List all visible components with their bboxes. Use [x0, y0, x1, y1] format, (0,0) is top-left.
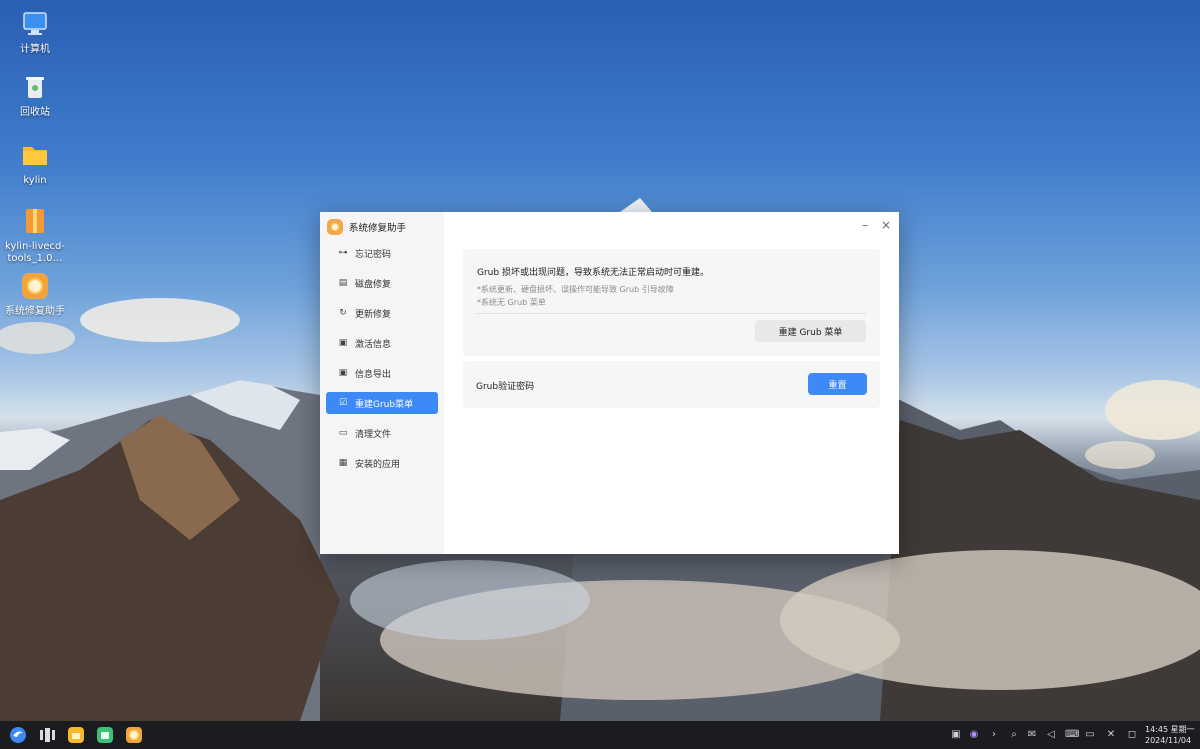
desktop-icon-label: 回收站 — [20, 107, 50, 118]
window-title-bar: 系统修复助手 — [327, 217, 406, 237]
input-method-icon[interactable]: ⌨ — [1065, 729, 1079, 740]
clock-time: 14:45 星期一 — [1145, 725, 1195, 734]
sidebar-item-label: 忘记密码 — [355, 249, 392, 260]
volume-icon[interactable]: ◁ — [1045, 729, 1057, 740]
screenshot-icon[interactable]: ◉ — [968, 729, 980, 740]
folder-outline-icon: ▭ — [338, 428, 348, 438]
message-icon[interactable]: ◻ — [1126, 729, 1138, 740]
sidebar-item-disk-repair[interactable]: ▤ 磁盘修复 — [326, 272, 438, 294]
desktop-icon-label: 系统修复助手 — [5, 306, 65, 317]
window-title: 系统修复助手 — [349, 223, 407, 234]
clipboard-icon[interactable]: ▣ — [950, 729, 962, 740]
sidebar-item-installed-apps[interactable]: ▦ 安装的应用 — [326, 452, 438, 474]
sidebar-item-label: 激活信息 — [355, 339, 392, 350]
sidebar-item-label: 清理文件 — [355, 429, 392, 440]
grub-password-label: Grub验证密码 — [476, 382, 535, 392]
close-button[interactable]: × — [879, 218, 893, 232]
desktop-icon-repair-app[interactable]: 系统修复助手 — [3, 272, 67, 318]
desktop-icon-computer[interactable]: 计算机 — [3, 10, 67, 56]
repair-app-icon — [21, 272, 49, 300]
taskbar: ▣ ◉ › ⌕ ✉ ◁ ⌨ ▭ ✕ ◻ 14:45 星期一 2024/11/04 — [0, 721, 1200, 749]
apps-grid-icon: ▦ — [338, 458, 348, 468]
notification-icon[interactable]: ✉ — [1026, 729, 1038, 740]
panel-divider — [477, 313, 866, 314]
key-icon: ⊶ — [338, 248, 348, 258]
disk-icon: ▤ — [338, 278, 348, 288]
desktop-icon-label: 计算机 — [20, 44, 50, 55]
reset-password-button[interactable]: 重置 — [808, 373, 867, 395]
minimize-button[interactable]: – — [858, 218, 872, 232]
rebuild-grub-note: *系统无 Grub 菜单 — [477, 298, 546, 307]
desktop-icon-label-line2: tools_1.0… — [7, 253, 63, 264]
battery-icon[interactable]: ▭ — [1084, 729, 1096, 740]
file-manager-icon[interactable] — [67, 726, 85, 744]
rebuild-grub-description: Grub 损坏或出现问题，导致系统无法正常启动时可重建。 — [477, 268, 709, 278]
sidebar-item-label: 安装的应用 — [355, 459, 401, 470]
clock-date: 2024/11/04 — [1145, 736, 1192, 745]
trash-icon — [21, 73, 49, 101]
chevron-right-icon[interactable]: › — [988, 729, 1000, 740]
sidebar-item-label: 更新修复 — [355, 309, 392, 320]
grub-icon: ☑ — [338, 398, 348, 408]
desktop-icon-kylin-folder[interactable]: kylin — [3, 141, 67, 187]
sidebar-item-label: 磁盘修复 — [355, 279, 392, 290]
rebuild-grub-note: *系统更新、硬盘损坏、误操作可能导致 Grub 引导故障 — [477, 285, 674, 294]
sidebar-item-label: 重建Grub菜单 — [355, 399, 414, 410]
desktop-icon-livecd-tools[interactable]: kylin-livecd- tools_1.0… — [3, 207, 67, 265]
export-icon: ▣ — [338, 368, 348, 378]
system-repair-window: 系统修复助手 ⊶ 忘记密码 ▤ 磁盘修复 ↻ 更新修复 ▣ 激活信息 ▣ 信息导… — [320, 212, 899, 554]
computer-icon — [21, 10, 49, 38]
sidebar-item-info-export[interactable]: ▣ 信息导出 — [326, 362, 438, 384]
sidebar: 系统修复助手 ⊶ 忘记密码 ▤ 磁盘修复 ↻ 更新修复 ▣ 激活信息 ▣ 信息导… — [320, 212, 444, 554]
refresh-icon: ↻ — [339, 308, 347, 318]
sidebar-item-label: 信息导出 — [355, 369, 392, 380]
desktop-icon-label: kylin — [23, 175, 47, 186]
desktop-icon-label: kylin-livecd- — [5, 241, 65, 252]
sidebar-item-rebuild-grub[interactable]: ☑ 重建Grub菜单 — [326, 392, 438, 414]
software-store-icon[interactable] — [96, 726, 114, 744]
activation-icon: ▣ — [338, 338, 348, 348]
package-icon — [21, 207, 49, 235]
grub-password-panel: Grub验证密码 重置 — [463, 361, 880, 408]
start-menu-icon[interactable] — [9, 726, 27, 744]
search-icon[interactable]: ⌕ — [1008, 729, 1020, 740]
folder-icon — [21, 141, 49, 169]
sidebar-item-update-repair[interactable]: ↻ 更新修复 — [326, 302, 438, 324]
system-clock[interactable]: 14:45 星期一 2024/11/04 — [1145, 724, 1195, 746]
desktop-icon-trash[interactable]: 回收站 — [3, 73, 67, 119]
sidebar-item-activation-info[interactable]: ▣ 激活信息 — [326, 332, 438, 354]
sidebar-item-clean-files[interactable]: ▭ 清理文件 — [326, 422, 438, 444]
rebuild-grub-panel: Grub 损坏或出现问题，导致系统无法正常启动时可重建。 *系统更新、硬盘损坏、… — [463, 249, 880, 356]
repair-app-taskbar-icon[interactable] — [125, 726, 143, 744]
app-logo-icon — [327, 219, 343, 235]
sidebar-item-forgot-password[interactable]: ⊶ 忘记密码 — [326, 242, 438, 264]
network-disconnected-icon[interactable]: ✕ — [1105, 729, 1117, 740]
rebuild-grub-button[interactable]: 重建 Grub 菜单 — [755, 320, 866, 342]
multitask-view-icon[interactable] — [38, 726, 56, 744]
